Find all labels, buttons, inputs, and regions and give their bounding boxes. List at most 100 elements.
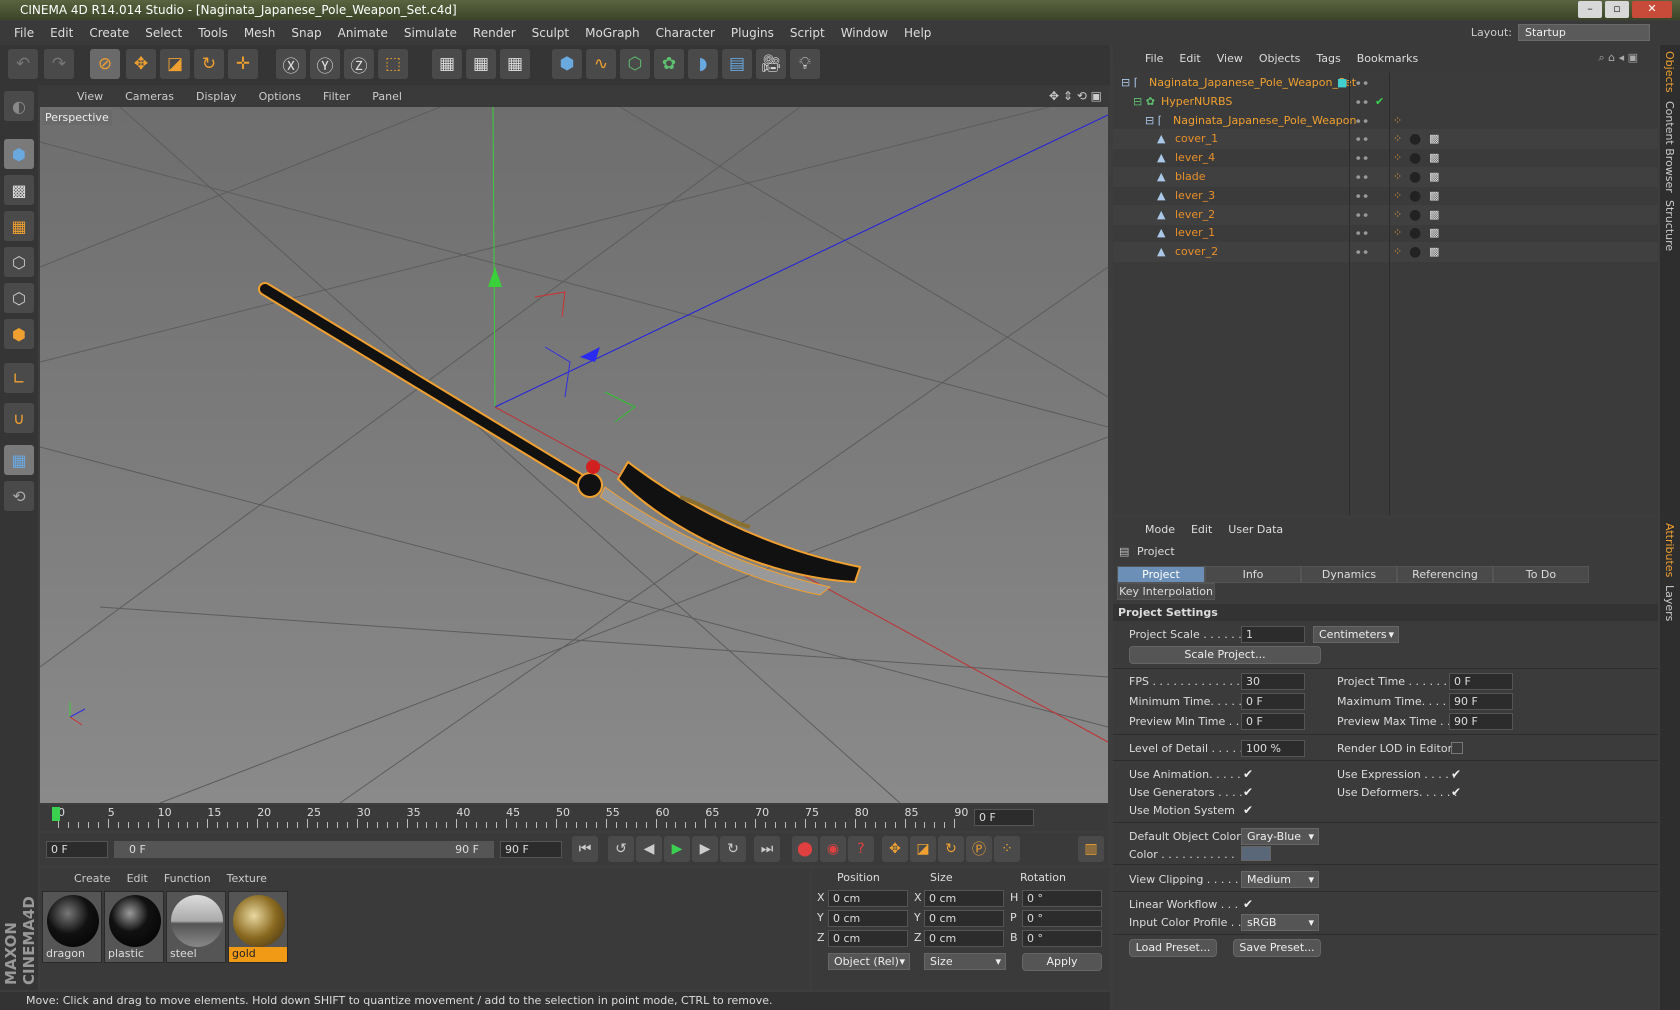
objects-menu-file[interactable]: File xyxy=(1137,52,1171,65)
viewport-menu-cameras[interactable]: Cameras xyxy=(114,90,185,103)
menu-select[interactable]: Select xyxy=(137,26,190,40)
next-key-icon[interactable]: ↻ xyxy=(720,836,746,862)
object-row[interactable]: ⊟ ⌈ Naginata_Japanese_Pole_Weapon ⦁ ⦁ ⁘ xyxy=(1113,111,1658,131)
array-icon[interactable]: ✿ xyxy=(654,49,684,79)
material-menu-function[interactable]: Function xyxy=(156,872,219,885)
workplane-icon[interactable]: ▦ xyxy=(4,211,34,241)
side-tab-structure[interactable]: Structure xyxy=(1663,200,1676,251)
side-tab-attributes[interactable]: Attributes xyxy=(1663,523,1676,577)
use-generators-checkbox[interactable]: ✔ xyxy=(1243,786,1255,798)
use-expression-checkbox[interactable]: ✔ xyxy=(1451,768,1463,780)
key-parameter-icon[interactable]: Ⓟ xyxy=(966,836,992,862)
size-y-field[interactable]: 0 cm xyxy=(924,910,1004,927)
level-of-detail-field[interactable]: 100 % xyxy=(1241,740,1305,757)
objects-menu-view[interactable]: View xyxy=(1209,52,1251,65)
tab-key-interpolation[interactable]: Key Interpolation xyxy=(1117,583,1215,600)
phong-tag-icon[interactable]: ⁘ xyxy=(1393,186,1402,206)
size-z-field[interactable]: 0 cm xyxy=(924,930,1004,947)
use-deformers-checkbox[interactable]: ✔ xyxy=(1451,786,1463,798)
frame-range-slider[interactable]: 0 F 90 F xyxy=(114,841,494,858)
menu-edit[interactable]: Edit xyxy=(42,26,81,40)
viewport-menu-display[interactable]: Display xyxy=(185,90,248,103)
object-row[interactable]: ⊟ ✿ HyperNURBS ⦁ ⦁ ✔ xyxy=(1113,92,1658,112)
material-swatch[interactable]: plastic xyxy=(104,891,164,963)
key-rotation-icon[interactable]: ↻ xyxy=(938,836,964,862)
edges-mode-icon[interactable]: ⬡ xyxy=(4,283,34,313)
move-tool-icon[interactable]: ✥ xyxy=(126,49,156,79)
object-row[interactable]: ▲ blade ⦁ ⦁ ⁘ ● ▩ xyxy=(1113,167,1658,187)
object-row[interactable]: ▲ lever_4 ⦁ ⦁ ⁘ ● ▩ xyxy=(1113,148,1658,168)
redo-icon[interactable]: ↷ xyxy=(44,49,74,79)
tab-referencing[interactable]: Referencing xyxy=(1397,566,1493,583)
keyframe-selection-icon[interactable]: ? xyxy=(848,836,874,862)
go-to-end-icon[interactable]: ⏭ xyxy=(754,836,780,862)
side-tab-objects[interactable]: Objects xyxy=(1663,51,1676,93)
enabled-check-icon[interactable]: ✔ xyxy=(1375,92,1384,112)
locked-workplane-icon[interactable]: ▦ xyxy=(4,445,34,475)
phong-tag-icon[interactable]: ⁘ xyxy=(1393,111,1402,131)
maximize-button[interactable]: ▫ xyxy=(1605,1,1629,18)
minimum-time-field[interactable]: 0 F xyxy=(1241,693,1305,710)
input-color-profile-dropdown[interactable]: sRGB xyxy=(1241,914,1319,931)
make-editable-icon[interactable]: ◐ xyxy=(4,91,34,121)
material-swatch[interactable]: dragon xyxy=(42,891,102,963)
spline-icon[interactable]: ∿ xyxy=(586,49,616,79)
key-scale-icon[interactable]: ◪ xyxy=(910,836,936,862)
phong-tag-icon[interactable]: ⁘ xyxy=(1393,242,1402,262)
uvw-tag-icon[interactable]: ▩ xyxy=(1429,242,1439,262)
load-preset-button[interactable]: Load Preset... xyxy=(1129,939,1217,957)
material-menu-edit[interactable]: Edit xyxy=(119,872,156,885)
maximum-time-field[interactable]: 90 F xyxy=(1449,693,1513,710)
timeline-ruler[interactable]: 0 5 10 15 20 25 30 35 40 45 50 55 60 65 70 75 80 85 90 xyxy=(50,806,968,830)
nurbs-icon[interactable]: ⬡ xyxy=(620,49,650,79)
menu-window[interactable]: Window xyxy=(833,26,896,40)
floor-icon[interactable]: ▤ xyxy=(722,49,752,79)
phong-tag-icon[interactable]: ⁘ xyxy=(1393,205,1402,225)
texture-mode-icon[interactable]: ▩ xyxy=(4,175,34,205)
undo-icon[interactable]: ↶ xyxy=(8,49,38,79)
visibility-dots-icon[interactable]: ⦁ ⦁ xyxy=(1356,205,1368,225)
uvw-tag-icon[interactable]: ▩ xyxy=(1429,148,1439,168)
size-mode-dropdown[interactable]: Size xyxy=(924,953,1006,970)
tab-dynamics[interactable]: Dynamics xyxy=(1301,566,1397,583)
material-menu-create[interactable]: Create xyxy=(66,872,119,885)
axis-mode-icon[interactable]: ∟ xyxy=(4,363,34,393)
visibility-dots-icon[interactable]: ⦁ ⦁ xyxy=(1356,223,1368,243)
visibility-dots-icon[interactable]: ⦁ ⦁ xyxy=(1356,167,1368,187)
objects-menu-edit[interactable]: Edit xyxy=(1171,52,1208,65)
key-position-icon[interactable]: ✥ xyxy=(882,836,908,862)
material-tag-icon[interactable]: ● xyxy=(1409,223,1421,243)
material-tag-icon[interactable]: ● xyxy=(1409,129,1421,149)
start-frame-field[interactable]: 0 F xyxy=(46,841,108,858)
previous-frame-icon[interactable]: ◀ xyxy=(636,836,662,862)
visibility-dots-icon[interactable]: ⦁ ⦁ xyxy=(1356,186,1368,206)
visibility-dots-icon[interactable]: ⦁ ⦁ xyxy=(1356,111,1368,131)
phong-tag-icon[interactable]: ⁘ xyxy=(1393,148,1402,168)
end-frame-field[interactable]: 90 F xyxy=(500,841,562,858)
use-animation-checkbox[interactable]: ✔ xyxy=(1243,768,1255,780)
y-axis-lock-icon[interactable]: Ⓨ xyxy=(310,49,340,79)
next-frame-icon[interactable]: ▶ xyxy=(692,836,718,862)
menu-tools[interactable]: Tools xyxy=(190,26,236,40)
rotation-p-field[interactable]: 0 ° xyxy=(1022,910,1102,927)
uvw-tag-icon[interactable]: ▩ xyxy=(1429,167,1439,187)
recent-tool-icon[interactable]: ✛ xyxy=(228,49,258,79)
playhead[interactable] xyxy=(52,807,60,821)
render-settings-icon[interactable]: ▦ xyxy=(500,49,530,79)
visibility-dots-icon[interactable]: ⦁ ⦁ xyxy=(1356,92,1368,112)
unit-dropdown[interactable]: Centimeters xyxy=(1313,626,1399,643)
menu-script[interactable]: Script xyxy=(782,26,833,40)
timeline-window-icon[interactable]: ▥ xyxy=(1078,836,1104,862)
visibility-dots-icon[interactable]: ⦁ ⦁ xyxy=(1356,129,1368,149)
project-time-field[interactable]: 0 F xyxy=(1449,673,1513,690)
object-row[interactable]: ▲ cover_1 ⦁ ⦁ ⁘ ● ▩ xyxy=(1113,129,1658,150)
visibility-dots-icon[interactable]: ⦁ ⦁ xyxy=(1356,73,1368,93)
timeline[interactable]: 0 5 10 15 20 25 30 35 40 45 50 55 60 65 70 75 80 85 90 0 F xyxy=(40,805,1108,831)
scale-project-button[interactable]: Scale Project... xyxy=(1129,646,1321,664)
material-tag-icon[interactable]: ● xyxy=(1409,186,1421,206)
menu-simulate[interactable]: Simulate xyxy=(396,26,465,40)
go-to-start-icon[interactable]: ⏮ xyxy=(572,836,598,862)
material-tag-icon[interactable]: ● xyxy=(1409,205,1421,225)
viewport-menu-filter[interactable]: Filter xyxy=(312,90,361,103)
render-view-icon[interactable]: ▦ xyxy=(432,49,462,79)
